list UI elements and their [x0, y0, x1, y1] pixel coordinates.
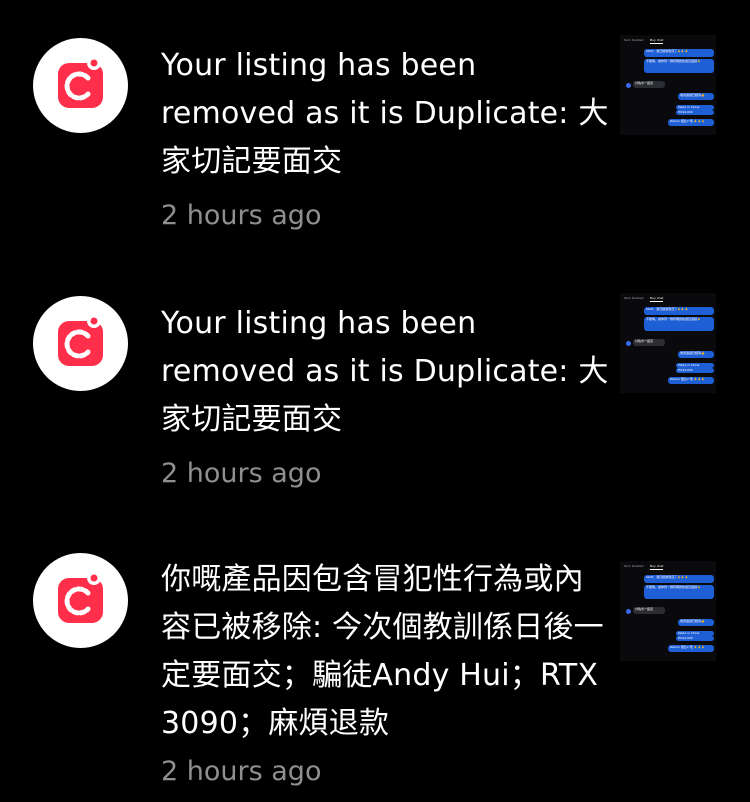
chat-bubble: 收到退錢已經到👍	[678, 93, 714, 100]
chat-bubble: 收到退錢已經到👍	[678, 619, 714, 626]
chat-bubble: 收到退錢已經到👍	[678, 351, 714, 358]
notification-message: 你嘅產品因包含冒犯性行為或內容已被移除: 今次個教訓係日後一定要面交；騙徒And…	[161, 562, 604, 741]
chat-bubble: 付咗😡一起走	[633, 607, 665, 614]
chat-bubble: 不能喺，請你同一群有問題的退貨退錢🙏	[644, 585, 714, 599]
chat-bubble: HK$4,000	[676, 636, 714, 641]
notification-timestamp: 2 hours ago	[161, 200, 322, 231]
notification-item[interactable]: Your listing has been removed as it is D…	[0, 258, 750, 516]
thumb-tab-chat: Buy chat	[650, 296, 664, 302]
chat-avatar-dot	[626, 609, 631, 614]
chat-bubble: HK$4,000	[676, 110, 714, 115]
chat-avatar-dot	[626, 83, 631, 88]
chat-bubble: SGW：我已經收到貨了🙏🙏🙏	[644, 49, 714, 57]
thumb-tab-deleted: Item Deleted	[624, 296, 644, 300]
thumb-tab-deleted: Item Deleted	[624, 564, 644, 568]
carousell-logo-icon	[33, 553, 128, 648]
notification-message: Your listing has been removed as it is D…	[161, 306, 609, 437]
listing-thumbnail[interactable]: Item Deleted Buy chat SGW：我已經收到貨了🙏🙏🙏 不能喺…	[620, 293, 716, 393]
notification-timestamp: 2 hours ago	[161, 458, 322, 489]
carousell-logo-icon	[33, 38, 128, 133]
notification-timestamp: 2 hours ago	[161, 756, 322, 787]
listing-thumbnail[interactable]: Item Deleted Buy chat SGW：我已經收到貨了🙏🙏🙏 不能喺…	[620, 35, 716, 135]
notification-item[interactable]: 你嘅產品因包含冒犯性行為或內容已被移除: 今次個教訓係日後一定要面交；騙徒And…	[0, 516, 750, 802]
thumb-tab-deleted: Item Deleted	[624, 38, 644, 42]
chat-bubble: 不能喺，請你同一群有問題的退貨退錢🙏	[644, 59, 714, 73]
chat-bubble: Return 個比2 唔 🙏🙏🙏	[668, 119, 714, 126]
listing-thumbnail[interactable]: Item Deleted Buy chat SGW：我已經收到貨了🙏🙏🙏 不能喺…	[620, 561, 716, 661]
chat-bubble: SGW：我已經收到貨了🙏🙏🙏	[644, 307, 714, 315]
chat-bubble: 付咗😡一起走	[633, 81, 665, 88]
thumb-tab-chat: Buy chat	[650, 564, 664, 570]
notification-item[interactable]: Your listing has been removed as it is D…	[0, 0, 750, 258]
chat-bubble: 不能喺，請你同一群有問題的退貨退錢🙏	[644, 317, 714, 331]
carousell-logo-icon	[33, 296, 128, 391]
chat-bubble: Return 個比2 唔 🙏🙏🙏	[668, 645, 714, 652]
notification-message: Your listing has been removed as it is D…	[161, 48, 609, 179]
chat-bubble: HK$4,000	[676, 368, 714, 373]
thumb-tab-chat: Buy chat	[650, 38, 664, 44]
chat-bubble: Return 個比2 唔 🙏🙏🙏	[668, 377, 714, 384]
chat-bubble: 付咗😡一起走	[633, 339, 665, 346]
notification-list: Your listing has been removed as it is D…	[0, 0, 750, 802]
chat-avatar-dot	[626, 341, 631, 346]
chat-bubble: SGW：我已經收到貨了🙏🙏🙏	[644, 575, 714, 583]
